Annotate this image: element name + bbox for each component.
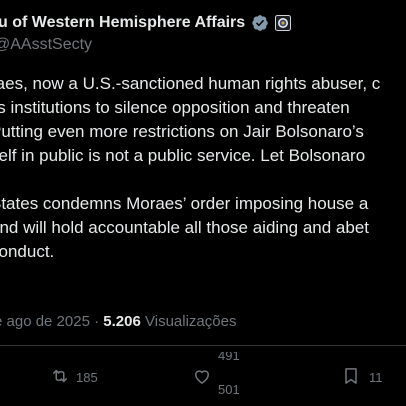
account-handle[interactable]: @AAsstSecty — [0, 36, 92, 54]
bookmark-button[interactable]: 11 — [333, 366, 383, 389]
tweet-meta: e ago de 2025 · 5.206 Visualizações — [0, 313, 236, 330]
tweet-header: u of Western Hemisphere Affairs @AAsstSe… — [0, 8, 406, 56]
tweet-line: l’s institutions to silence opposition a… — [0, 98, 350, 117]
retweet-icon — [50, 366, 70, 389]
action-bar: 185 491 501 11 — [0, 346, 406, 406]
like-button[interactable] — [192, 366, 212, 389]
views-label: Visualizações — [145, 313, 237, 330]
tweet-date[interactable]: e ago de 2025 — [0, 313, 90, 330]
tweet-line: and will hold accountable all those aidi… — [0, 218, 369, 237]
retweet-count: 185 — [76, 370, 98, 385]
like-count-new: 501 — [218, 382, 240, 396]
verified-badge-icon — [251, 14, 269, 32]
like-count-animation: 491 501 — [216, 352, 244, 396]
views-count: 5.206 — [103, 313, 141, 330]
tweet-line: self in public is not a public service. … — [0, 146, 366, 165]
tweet-line: Putting even more restrictions on Jair B… — [0, 122, 364, 141]
like-count-old: 491 — [218, 352, 240, 363]
government-seal-icon — [275, 15, 292, 31]
tweet-text: raes, now a U.S.-sanctioned human rights… — [0, 72, 406, 264]
bookmark-count: 11 — [369, 370, 383, 385]
retweet-button[interactable]: 185 — [50, 366, 98, 389]
display-name[interactable]: u of Western Hemisphere Affairs — [0, 14, 245, 32]
bookmark-icon — [341, 366, 361, 389]
heart-icon — [192, 366, 212, 389]
tweet-line: conduct. — [0, 242, 55, 261]
meta-separator: · — [94, 313, 100, 330]
name-row: u of Western Hemisphere Affairs — [0, 14, 292, 32]
tweet-line: States condemns Moraes’ order imposing h… — [0, 194, 369, 213]
tweet-line: raes, now a U.S.-sanctioned human rights… — [0, 74, 381, 93]
